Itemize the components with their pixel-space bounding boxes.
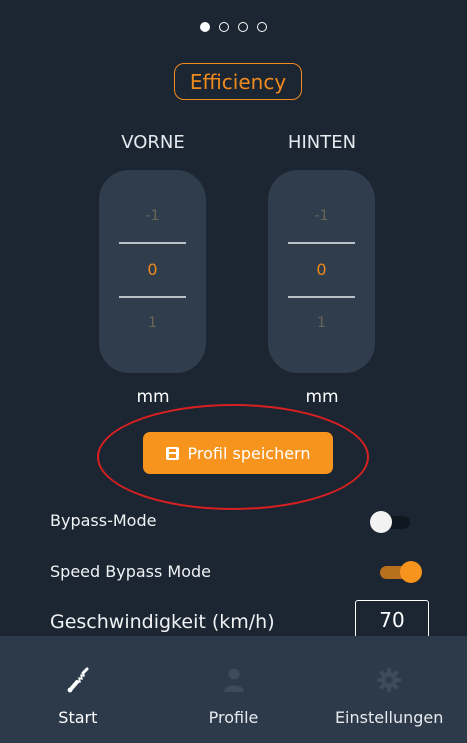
picker-option[interactable]: -1 xyxy=(99,208,206,224)
speed-input[interactable] xyxy=(355,600,429,640)
person-icon xyxy=(223,668,244,692)
mode-badge[interactable]: Efficiency xyxy=(174,63,302,100)
save-profile-label: Profil speichern xyxy=(187,443,311,463)
speed-label: Geschwindigkeit (km/h) xyxy=(50,611,275,633)
page-dot-4[interactable] xyxy=(257,22,267,32)
bottom-nav: Start Profile Einstellungen xyxy=(0,636,467,743)
nav-label-profile: Profile xyxy=(208,708,259,727)
rear-value-picker[interactable]: -1 0 1 xyxy=(268,170,375,373)
floppy-disk-icon xyxy=(165,446,179,460)
shock-absorber-icon xyxy=(67,667,89,693)
speed-bypass-mode-toggle[interactable] xyxy=(380,561,422,583)
nav-item-settings[interactable]: Einstellungen xyxy=(311,636,467,743)
nav-label-start: Start xyxy=(58,708,98,727)
nav-item-start[interactable]: Start xyxy=(0,636,156,743)
nav-item-profile[interactable]: Profile xyxy=(156,636,312,743)
rear-label: HINTEN xyxy=(287,132,357,153)
picker-divider xyxy=(119,242,186,244)
picker-divider xyxy=(288,296,355,298)
nav-label-settings: Einstellungen xyxy=(334,708,444,727)
front-label: VORNE xyxy=(121,132,185,153)
front-unit: mm xyxy=(136,387,170,407)
toggle-knob xyxy=(400,561,422,583)
picker-divider xyxy=(288,242,355,244)
speed-bypass-mode-label: Speed Bypass Mode xyxy=(50,562,211,581)
save-profile-button[interactable]: Profil speichern xyxy=(143,432,333,474)
rear-unit: mm xyxy=(305,387,339,407)
picker-selected-value[interactable]: 0 xyxy=(268,260,375,279)
picker-selected-value[interactable]: 0 xyxy=(99,260,206,279)
page-dot-3[interactable] xyxy=(238,22,248,32)
page-dot-2[interactable] xyxy=(219,22,229,32)
page-indicator xyxy=(0,22,467,32)
gear-icon xyxy=(377,668,402,692)
picker-option[interactable]: -1 xyxy=(268,208,375,224)
bypass-mode-toggle[interactable] xyxy=(370,511,412,533)
picker-divider xyxy=(119,296,186,298)
front-value-picker[interactable]: -1 0 1 xyxy=(99,170,206,373)
page-dot-1[interactable] xyxy=(200,22,210,32)
picker-option[interactable]: 1 xyxy=(99,315,206,331)
bypass-mode-label: Bypass-Mode xyxy=(50,511,157,530)
toggle-knob xyxy=(370,511,392,533)
picker-option[interactable]: 1 xyxy=(268,315,375,331)
